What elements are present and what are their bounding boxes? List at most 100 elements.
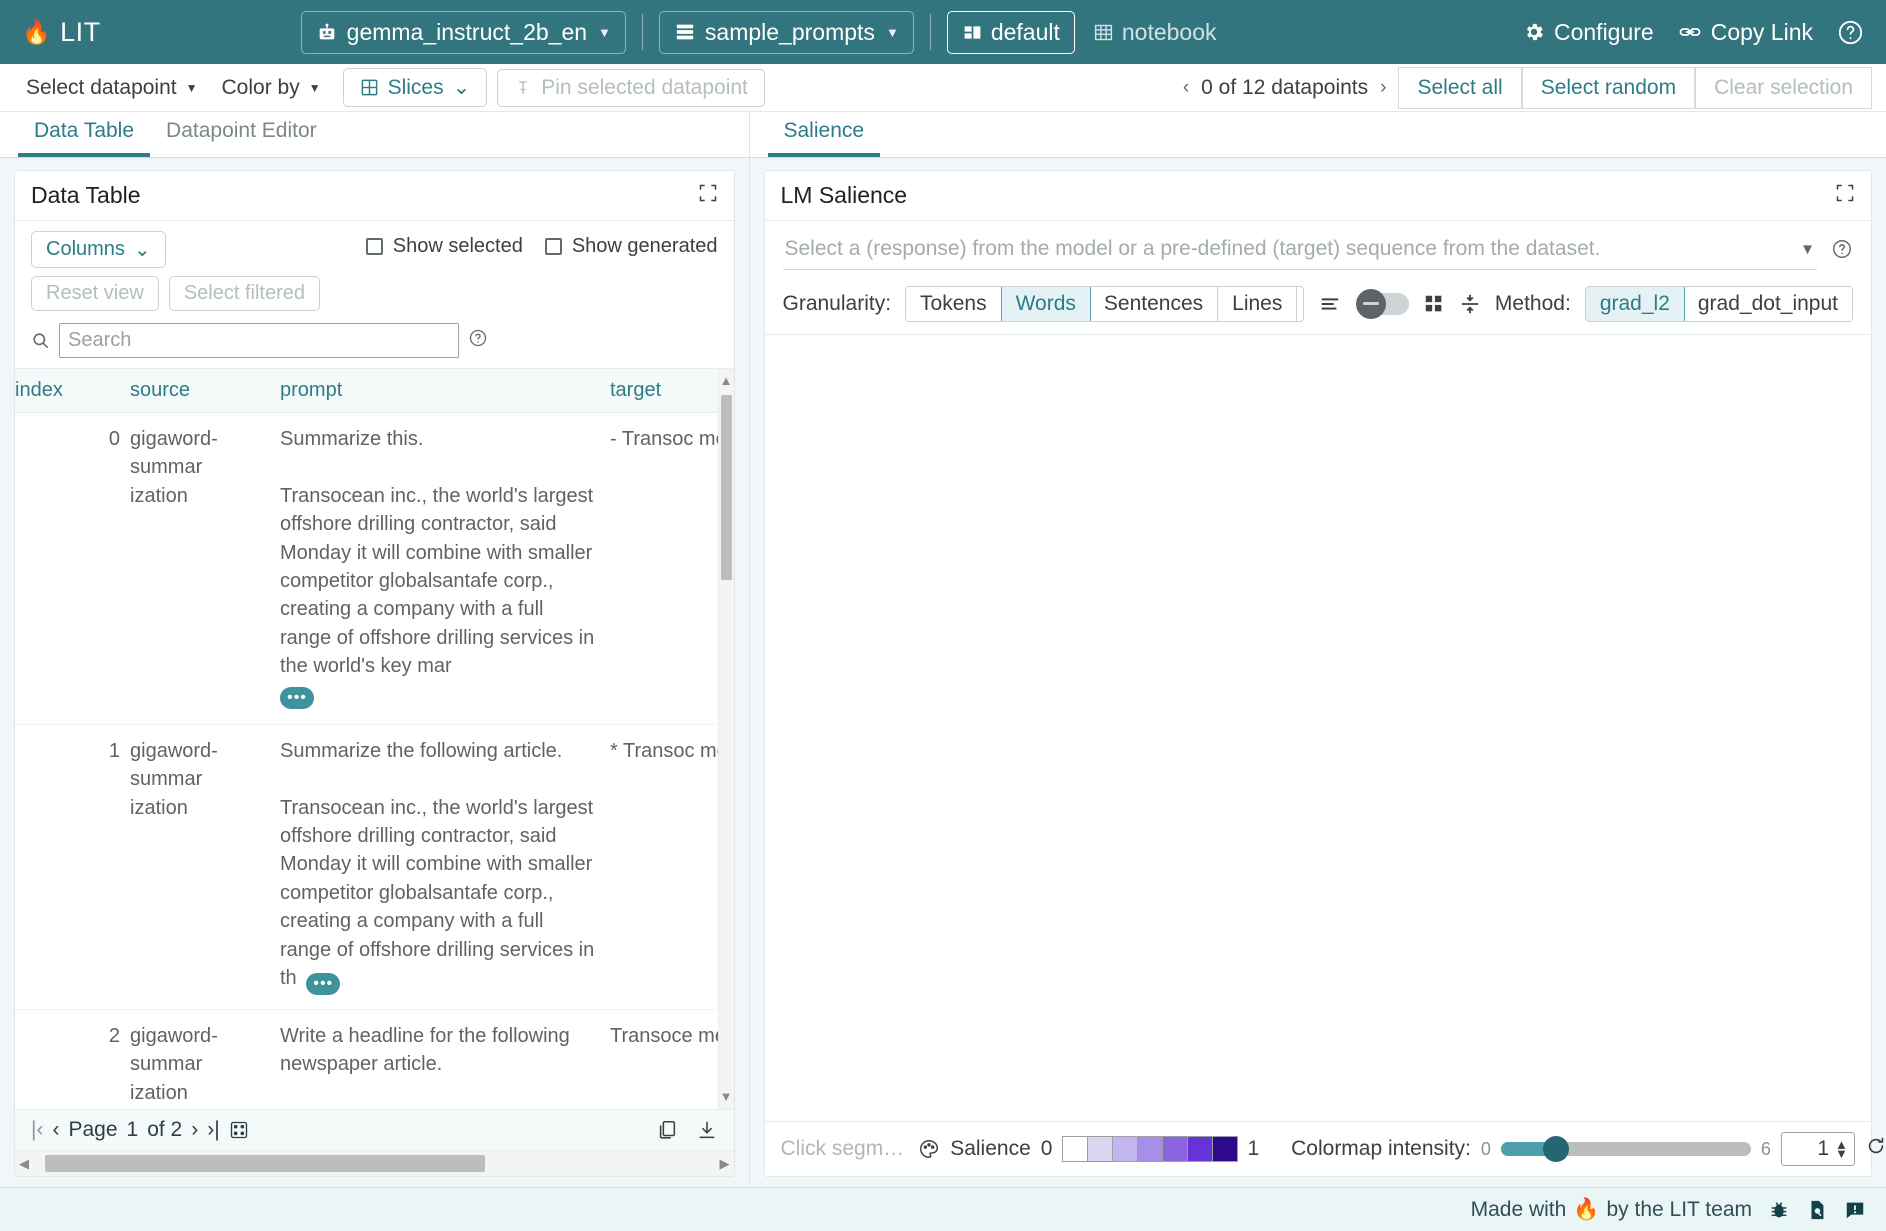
pin-datapoint-button[interactable]: Pin selected datapoint xyxy=(497,69,765,107)
split-view-icon[interactable] xyxy=(1459,292,1481,316)
clear-selection-button[interactable]: Clear selection xyxy=(1695,67,1872,109)
checkbox-box xyxy=(545,238,562,255)
model-selector[interactable]: gemma_instruct_2b_en ▼ xyxy=(301,11,626,54)
granularity-option-sentences[interactable]: Sentences xyxy=(1090,287,1218,321)
grid-view-icon[interactable] xyxy=(1423,293,1445,315)
scrollbar-thumb[interactable] xyxy=(721,395,732,580)
column-header-index[interactable]: index xyxy=(15,369,130,413)
color-by-dropdown[interactable]: Color by ▼ xyxy=(210,72,333,104)
reset-icon[interactable] xyxy=(1865,1135,1886,1163)
cell-source: gigaword- summar ization xyxy=(130,413,280,725)
sequence-select[interactable]: Select a (response) from the model or a … xyxy=(783,233,1818,270)
search-help-icon[interactable] xyxy=(468,328,488,353)
density-toggle[interactable] xyxy=(1356,293,1409,315)
next-page-button[interactable]: › xyxy=(191,1118,198,1142)
prev-datapoint-button[interactable]: ‹ xyxy=(1183,77,1189,99)
salience-canvas[interactable] xyxy=(765,335,1872,1121)
slices-button[interactable]: Slices ⌄ xyxy=(343,68,488,107)
copy-icon[interactable] xyxy=(656,1119,678,1141)
data-table-scroll-area[interactable]: index source prompt target 0 gigaword- s… xyxy=(15,368,734,1109)
copy-link-button[interactable]: Copy Link xyxy=(1678,19,1813,46)
column-header-prompt[interactable]: prompt xyxy=(280,369,610,413)
number-stepper[interactable]: ▲▼ xyxy=(1835,1140,1848,1158)
configure-button[interactable]: Configure xyxy=(1523,19,1654,46)
bug-icon[interactable] xyxy=(1768,1199,1790,1221)
help-button[interactable] xyxy=(1837,19,1864,46)
column-header-source[interactable]: source xyxy=(130,369,280,413)
stepper-down-icon[interactable]: ▼ xyxy=(1835,1149,1848,1158)
table-row[interactable]: 0 gigaword- summar ization Summarize thi… xyxy=(15,413,734,725)
tab-data-table[interactable]: Data Table xyxy=(18,113,150,157)
select-all-button[interactable]: Select all xyxy=(1398,67,1521,109)
sequence-help-icon[interactable] xyxy=(1831,238,1853,265)
method-option-grad-dot-input[interactable]: grad_dot_input xyxy=(1684,287,1852,321)
copy-link-label: Copy Link xyxy=(1711,19,1813,46)
method-option-grad-l2[interactable]: grad_l2 xyxy=(1585,286,1685,322)
granularity-option-tokens[interactable]: Tokens xyxy=(906,287,1002,321)
layout-default-button[interactable]: default xyxy=(947,11,1075,54)
scroll-left-icon[interactable]: ◀ xyxy=(19,1156,29,1172)
legend-swatch xyxy=(1187,1136,1213,1162)
page-number: 1 xyxy=(127,1118,139,1142)
show-selected-checkbox[interactable]: Show selected xyxy=(366,235,523,258)
table-row[interactable]: 2 gigaword- summar ization Write a headl… xyxy=(15,1010,734,1109)
cell-prompt: Summarize the following article. Transoc… xyxy=(280,724,610,1009)
granularity-option-paragraph[interactable]: ¶ xyxy=(1297,287,1303,321)
select-random-button[interactable]: Select random xyxy=(1522,67,1695,109)
next-datapoint-button[interactable]: › xyxy=(1380,77,1386,99)
document-search-icon[interactable] xyxy=(1806,1199,1828,1221)
data-table-title: Data Table xyxy=(31,182,141,209)
select-filtered-button[interactable]: Select filtered xyxy=(169,276,320,311)
select-datapoint-dropdown[interactable]: Select datapoint ▼ xyxy=(14,72,210,104)
view-buttons-row: Reset view Select filtered xyxy=(31,276,320,311)
dataset-selector[interactable]: sample_prompts ▼ xyxy=(659,11,914,54)
app-title: LIT xyxy=(60,17,101,48)
layout-notebook-label: notebook xyxy=(1122,19,1217,46)
hscrollbar-thumb[interactable] xyxy=(45,1155,485,1172)
lm-salience-title: LM Salience xyxy=(781,182,908,209)
search-input[interactable] xyxy=(59,323,459,358)
prev-page-button[interactable]: ‹ xyxy=(52,1118,59,1142)
layout-notebook-button[interactable]: notebook xyxy=(1078,11,1232,54)
layout-default-label: default xyxy=(991,19,1060,46)
feedback-icon[interactable] xyxy=(1844,1199,1866,1221)
scroll-right-icon[interactable]: ▶ xyxy=(720,1156,730,1172)
table-export-actions xyxy=(656,1119,718,1141)
chevron-down-icon: ▼ xyxy=(186,81,198,95)
main-toolbar: 🔥 LIT gemma_instruct_2b_en ▼ sample_prom… xyxy=(0,0,1886,64)
table-vertical-scrollbar[interactable]: ▲ ▼ xyxy=(718,369,734,1109)
expand-icon[interactable] xyxy=(1835,182,1855,209)
tab-salience[interactable]: Salience xyxy=(768,113,881,157)
show-generated-checkbox[interactable]: Show generated xyxy=(545,235,718,258)
text-align-icon[interactable] xyxy=(1318,293,1342,315)
columns-button[interactable]: Columns ⌄ xyxy=(31,231,166,268)
granularity-option-words[interactable]: Words xyxy=(1001,286,1091,322)
salience-footer: Click segm… Salience 0 xyxy=(765,1121,1872,1176)
granularity-option-lines[interactable]: Lines xyxy=(1218,287,1297,321)
scroll-down-icon[interactable]: ▼ xyxy=(719,1087,734,1107)
table-horizontal-scrollbar[interactable]: ◀ ▶ xyxy=(15,1150,734,1176)
expand-icon[interactable] xyxy=(698,182,718,209)
slider-knob[interactable] xyxy=(1543,1136,1569,1162)
chevron-down-icon: ⌄ xyxy=(134,237,151,262)
expand-more-icon[interactable]: ••• xyxy=(306,973,340,995)
table-row[interactable]: 1 gigaword- summar ization Summarize the… xyxy=(15,724,734,1009)
last-page-button[interactable]: ›| xyxy=(207,1118,219,1142)
colormap-value-input[interactable]: 1 ▲▼ xyxy=(1781,1132,1855,1166)
shuffle-icon[interactable] xyxy=(229,1120,249,1140)
column-header-target[interactable]: target xyxy=(610,369,734,413)
reset-view-button[interactable]: Reset view xyxy=(31,276,159,311)
cell-target: - Transoc merge to drilling co - The com… xyxy=(610,413,734,725)
columns-label: Columns xyxy=(46,238,125,261)
show-generated-label: Show generated xyxy=(572,235,718,258)
scroll-up-icon[interactable]: ▲ xyxy=(719,371,734,391)
right-pane-tabbar: Salience xyxy=(750,112,1886,158)
palette-icon[interactable] xyxy=(918,1138,940,1160)
tab-datapoint-editor[interactable]: Datapoint Editor xyxy=(150,113,333,157)
download-icon[interactable] xyxy=(696,1119,718,1141)
first-page-button[interactable]: |‹ xyxy=(31,1118,43,1142)
colormap-intensity-slider[interactable] xyxy=(1501,1142,1751,1156)
dataset-name: sample_prompts xyxy=(705,19,875,46)
expand-more-icon[interactable]: ••• xyxy=(280,687,314,709)
cell-index: 1 xyxy=(15,724,130,1009)
